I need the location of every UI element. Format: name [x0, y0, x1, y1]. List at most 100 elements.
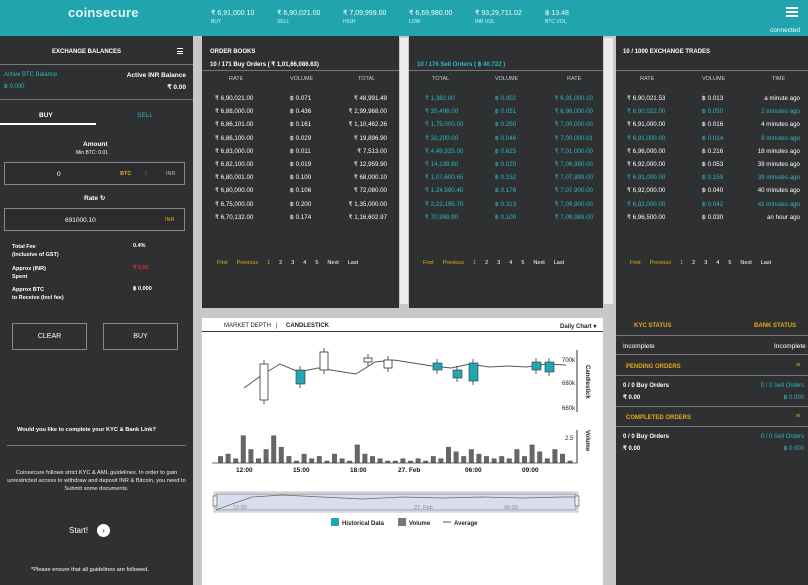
chevron-down-icon: ▾ — [593, 324, 597, 330]
rate-input[interactable]: 691000.10 INR — [4, 208, 185, 231]
page-previous[interactable]: Previous — [443, 260, 464, 266]
refresh-icon[interactable]: ↻ — [100, 195, 105, 202]
completed-buy-orders: 0 / 0 Buy Orders — [623, 434, 670, 440]
candle-down — [452, 369, 463, 379]
sell-order-cell: ₹ 7,07,900.00 — [554, 187, 593, 195]
sell-order-cell: ₹ 35,496.00 — [425, 108, 459, 116]
tab-sell[interactable]: SELL — [137, 112, 153, 119]
pending-orders-title: PENDING ORDERS — [626, 364, 681, 370]
volume-bar — [301, 453, 307, 463]
navigator-selection — [215, 493, 577, 511]
completed-buy-value: ₹ 0.00 — [623, 446, 641, 452]
page-1[interactable]: 1 — [680, 260, 683, 266]
page-first[interactable]: First — [423, 260, 434, 266]
orderbooks-title: ORDER BOOKS — [210, 49, 256, 55]
navigator-handle-right — [574, 495, 580, 507]
buy-order-cell: ฿ 0.029 — [290, 134, 312, 142]
page-last[interactable]: Last — [554, 260, 564, 266]
volume-bar — [233, 458, 239, 463]
tab-buy[interactable]: BUY — [39, 112, 53, 119]
average-line — [243, 359, 567, 389]
y-tick-label: 660k — [562, 406, 576, 412]
page-2[interactable]: 2 — [485, 260, 488, 266]
list-icon[interactable] — [177, 48, 183, 54]
volume-bar — [400, 458, 406, 463]
sell-order-cell: ฿ 0.250 — [495, 121, 517, 129]
buy-order-cell: ₹ 12,959.90 — [353, 161, 387, 168]
trade-cell: ₹ 6,96,000.00 — [627, 147, 666, 155]
scrollbar[interactable] — [400, 38, 408, 304]
volume-bar — [506, 458, 512, 463]
page-4[interactable]: 4 — [716, 260, 719, 266]
clear-button[interactable]: CLEAR — [12, 323, 87, 350]
page-1[interactable]: 1 — [473, 260, 476, 266]
buy-order-cell: ₹ 6,80,000.00 — [215, 187, 254, 195]
period-select[interactable]: Daily Chart ▾ — [560, 323, 596, 330]
pending-buy-value: ₹ 0.00 — [623, 395, 641, 401]
page-5[interactable]: 5 — [521, 260, 524, 266]
tab-candlestick[interactable]: CANDLESTICK — [286, 323, 329, 329]
volume-bar — [484, 456, 489, 463]
kyc-status-value: Incomplete — [623, 343, 655, 350]
page-previous[interactable]: Previous — [237, 260, 258, 266]
page-last[interactable]: Last — [761, 260, 771, 266]
sell-order-cell: ₹ 6,91,000.10 — [554, 95, 593, 102]
start-label[interactable]: Start! — [69, 526, 88, 535]
unit-inr[interactable]: INR — [166, 171, 175, 177]
page-3[interactable]: 3 — [704, 260, 707, 266]
buy-button[interactable]: BUY — [103, 323, 178, 350]
stat-buy: ₹ 6,91,000.10 BUY — [211, 10, 255, 25]
sell-order-cell: ฿ 0.046 — [495, 134, 517, 142]
page-2[interactable]: 2 — [692, 260, 695, 266]
page-first[interactable]: First — [217, 260, 228, 266]
page-3[interactable]: 3 — [497, 260, 500, 266]
sell-order-cell: ₹ 1,24,590.40 — [425, 187, 464, 195]
trade-cell: ₹ 6,91,000.00 — [627, 121, 666, 129]
top-bar: coinsecure ₹ 6,91,000.10 BUY ₹ 6,90,021.0… — [0, 0, 808, 36]
amount-value: 0 — [57, 171, 61, 178]
page-2[interactable]: 2 — [279, 260, 282, 266]
buy-order-cell: ฿ 0.200 — [290, 200, 312, 208]
hamburger-menu-icon[interactable] — [786, 7, 798, 17]
tab-market-depth[interactable]: MARKET DEPTH — [224, 323, 271, 329]
volume-bar — [499, 456, 505, 463]
legend-swatch-volume — [398, 518, 406, 526]
sell-order-cell: ₹ 32,200.00 — [425, 134, 459, 142]
candle-down — [468, 362, 479, 382]
page-next[interactable]: Next — [327, 260, 338, 266]
completed-sell-value: ฿ 0.000 — [783, 446, 805, 452]
page-5[interactable]: 5 — [728, 260, 731, 266]
page-3[interactable]: 3 — [291, 260, 294, 266]
page-4[interactable]: 4 — [303, 260, 306, 266]
trade-cell: ฿ 0.014 — [702, 134, 724, 142]
page-previous[interactable]: Previous — [650, 260, 671, 266]
chevron-right-icon[interactable]: › — [97, 524, 110, 537]
page-1[interactable]: 1 — [267, 260, 270, 266]
kyc-text: Coinsecure follows strict KYC & AML guid… — [7, 470, 186, 492]
volume-bar — [514, 449, 520, 463]
trade-cell: ₹ 6,92,000.00 — [627, 187, 666, 195]
trade-cell: ₹ 6,90,021.53 — [627, 95, 666, 102]
list-icon[interactable]: ≡ — [796, 413, 800, 420]
unit-btc[interactable]: BTC — [120, 171, 131, 177]
amount-input[interactable]: 0 BTC ⁝ INR — [4, 162, 185, 185]
page-5[interactable]: 5 — [315, 260, 318, 266]
logo[interactable]: coinsecure — [68, 5, 139, 20]
page-4[interactable]: 4 — [509, 260, 512, 266]
scrollbar[interactable] — [604, 38, 613, 304]
divider — [616, 406, 808, 407]
buy-order-cell: ₹ 1,10,462.26 — [348, 121, 387, 129]
page-last[interactable]: Last — [348, 260, 358, 266]
page-first[interactable]: First — [630, 260, 641, 266]
page-next[interactable]: Next — [740, 260, 751, 266]
page-next[interactable]: Next — [533, 260, 544, 266]
buy-order-cell: ₹ 6,83,000.00 — [215, 147, 254, 155]
completed-orders-title: COMPLETED ORDERS — [626, 415, 692, 421]
volume-bar — [461, 456, 467, 463]
list-icon[interactable]: ≡ — [796, 362, 800, 369]
trade-cell: ฿ 0.040 — [702, 187, 724, 195]
volume-bar — [248, 449, 254, 463]
trade-cell: a minute ago — [764, 95, 800, 102]
sell-order-cell: ₹ 1,07,600.65 — [425, 174, 464, 182]
kyc-question: Would you like to complete your KYC & Ba… — [17, 427, 156, 433]
